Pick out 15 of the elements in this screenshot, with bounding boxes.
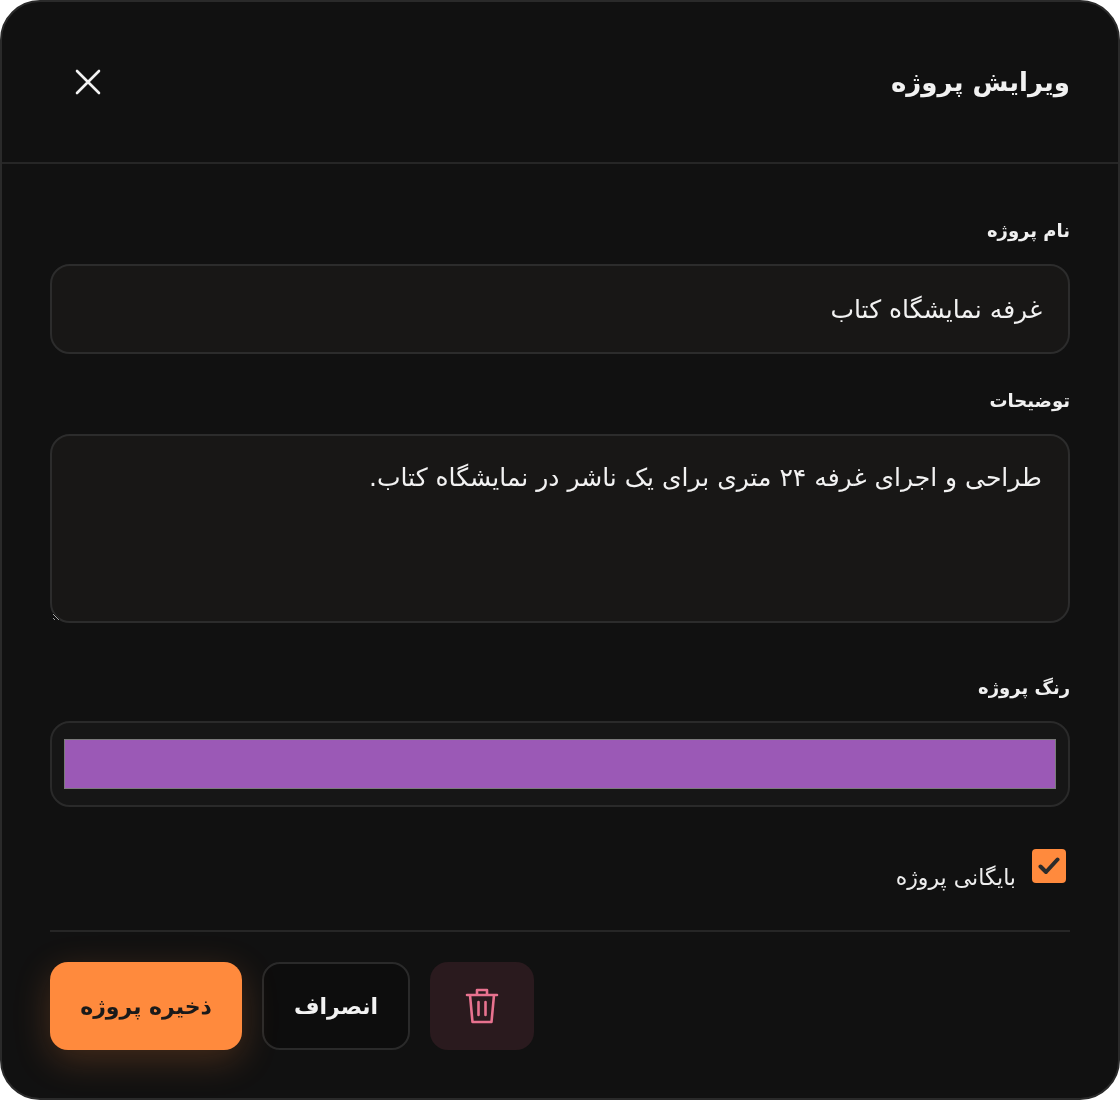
description-textarea[interactable]: طراحی و اجرای غرفه ۲۴ متری برای یک ناشر در نمایشگاه کتاب. xyxy=(50,434,1070,623)
field-label: نام پروژه xyxy=(986,219,1070,244)
archive-checkbox[interactable] xyxy=(1032,848,1066,883)
cancel-button[interactable]: انصراف xyxy=(262,962,410,1050)
checkmark-icon xyxy=(1038,856,1060,875)
save-button[interactable]: ذخیره پروژه xyxy=(50,962,242,1050)
field-label: توضیحات xyxy=(989,389,1070,414)
name-input-field[interactable]: غرفه نمایشگاه کتاب xyxy=(50,264,1070,354)
dialog-title: ویرایش پروژه xyxy=(891,67,1070,97)
close-icon xyxy=(75,69,101,95)
color-input-field[interactable] xyxy=(50,721,1070,807)
checkbox-label: بایگانی پروژه xyxy=(895,865,1016,890)
delete-button[interactable] xyxy=(430,962,534,1050)
field-label: رنگ پروژه xyxy=(978,676,1070,701)
trash-icon xyxy=(465,988,499,1024)
